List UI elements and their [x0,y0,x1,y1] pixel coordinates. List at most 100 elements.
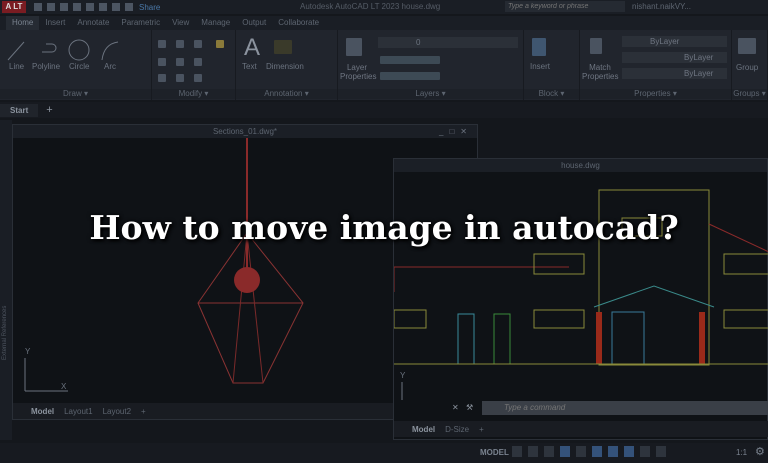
erase-icon[interactable] [216,40,224,48]
command-line-input[interactable] [482,401,768,415]
rotate-icon[interactable] [176,40,184,48]
search-input[interactable] [505,1,625,12]
group-tool[interactable]: Group [736,63,758,72]
window-titlebar: house.dwg [394,159,767,172]
groups-panel: Group Groups ▾ [732,30,768,100]
plot-icon[interactable] [99,3,107,11]
tab-parametric[interactable]: Parametric [115,16,166,30]
layer-properties-icon[interactable] [346,38,362,56]
publish-icon[interactable] [86,3,94,11]
tab-insert[interactable]: Insert [39,16,71,30]
tab-home[interactable]: Home [6,16,40,30]
layers-panel-label[interactable]: Layers ▾ [338,89,523,99]
tab-collaborate[interactable]: Collaborate [272,16,325,30]
line-tool[interactable]: Line [9,62,24,71]
draw-panel: Line Polyline Circle Arc Draw ▾ [0,30,152,100]
match-properties-tool[interactable]: Match Properties [582,63,618,81]
window-controls[interactable]: _□✕ [439,125,473,138]
tab-output[interactable]: Output [236,16,272,30]
tab-layout2[interactable]: Layout2 [103,407,131,416]
tab-annotate[interactable]: Annotate [71,16,115,30]
ucs-y-label: Y [25,347,31,356]
tab-view[interactable]: View [166,16,195,30]
window-title: Autodesk AutoCAD LT 2023 house.dwg [300,2,441,11]
ucs-x-label: X [61,382,67,391]
add-layout-button[interactable]: + [479,425,484,434]
dimension-icon[interactable] [274,40,292,54]
add-layout-button[interactable]: + [141,407,146,416]
auto-scale-icon[interactable] [640,446,650,457]
new-tab-button[interactable]: + [46,104,52,116]
annotation-panel-label[interactable]: Annotation ▾ [236,89,337,99]
polar-icon[interactable] [560,446,570,457]
object-snap-icon[interactable] [592,446,602,457]
color-dropdown[interactable]: ByLayer [622,36,727,47]
layout-tabs: Model D-Size + [394,421,768,437]
snap-icon[interactable] [528,446,538,457]
groups-panel-label[interactable]: Groups ▾ [732,89,767,99]
redo-icon[interactable] [125,3,133,11]
properties-panel-label[interactable]: Properties ▾ [580,89,731,99]
title-bar: A LT Share Autodesk AutoCAD LT 2023 hous… [0,0,768,14]
user-account[interactable]: nishant.naikVY... [632,2,691,11]
share-button[interactable]: Share [139,3,160,12]
layers-panel: Layer Properties 0 Layers ▾ [338,30,524,100]
layer-tools-row2-icon[interactable] [380,72,440,80]
copy-icon[interactable] [158,58,166,66]
customize-wrench-icon[interactable]: ⚒ [466,403,473,412]
dimension-tool[interactable]: Dimension [266,62,304,71]
start-tab[interactable]: Start [0,103,39,117]
layout-tabs: Model Layout1 Layout2 + [13,403,393,419]
match-properties-icon[interactable] [590,38,602,54]
ortho-icon[interactable] [544,446,554,457]
array-icon[interactable] [194,74,202,82]
draw-tool-icons [7,39,119,61]
app-logo[interactable]: A LT [2,1,26,13]
layer-tools-row1-icon[interactable] [380,56,440,64]
polyline-tool[interactable]: Polyline [32,62,60,71]
drawing-canvas[interactable]: Y [393,172,768,410]
save-icon[interactable] [60,3,68,11]
tab-model[interactable]: Model [31,407,54,416]
mirror-icon[interactable] [176,58,184,66]
stretch-icon[interactable] [158,74,166,82]
move-icon[interactable] [158,40,166,48]
layer-dropdown[interactable]: 0 [378,37,518,48]
tab-d-size[interactable]: D-Size [445,425,469,434]
annotation-visibility-icon[interactable] [624,446,634,457]
trim-icon[interactable] [194,40,202,48]
scale-icon[interactable] [176,74,184,82]
block-panel-label[interactable]: Block ▾ [524,89,579,99]
insert-tool[interactable]: Insert [530,62,550,71]
fillet-icon[interactable] [194,58,202,66]
modify-panel-label[interactable]: Modify ▾ [152,89,235,99]
settings-gear-icon[interactable]: ⚙ [755,445,765,458]
new-icon[interactable] [34,3,42,11]
insert-icon[interactable] [532,38,546,56]
text-tool[interactable]: Text [242,62,257,71]
tab-model[interactable]: Model [412,425,435,434]
osnap-tracking-icon[interactable] [608,446,618,457]
quick-access-toolbar [34,3,133,11]
open-icon[interactable] [47,3,55,11]
linetype-dropdown[interactable]: ByLayer [622,52,727,63]
external-references-palette[interactable]: External References [0,120,12,440]
group-icon[interactable] [738,38,756,54]
draw-panel-label[interactable]: Draw ▾ [0,89,151,99]
layer-properties-tool[interactable]: Layer Properties [340,63,376,81]
grid-icon[interactable] [512,446,522,457]
text-icon[interactable]: A [244,34,260,62]
tab-manage[interactable]: Manage [195,16,236,30]
undo-icon[interactable] [112,3,120,11]
status-bar-toggles [512,446,666,457]
close-command-icon[interactable]: ✕ [452,403,459,412]
isodraft-icon[interactable] [576,446,586,457]
save-as-icon[interactable] [73,3,81,11]
model-space-toggle[interactable]: MODEL [480,448,509,457]
lineweight-dropdown[interactable]: ByLayer [622,68,727,79]
annotation-scale-value[interactable]: 1:1 [736,448,747,457]
annotation-scale-icon[interactable] [656,446,666,457]
circle-tool[interactable]: Circle [69,62,89,71]
arc-tool[interactable]: Arc [104,62,116,71]
tab-layout1[interactable]: Layout1 [64,407,92,416]
